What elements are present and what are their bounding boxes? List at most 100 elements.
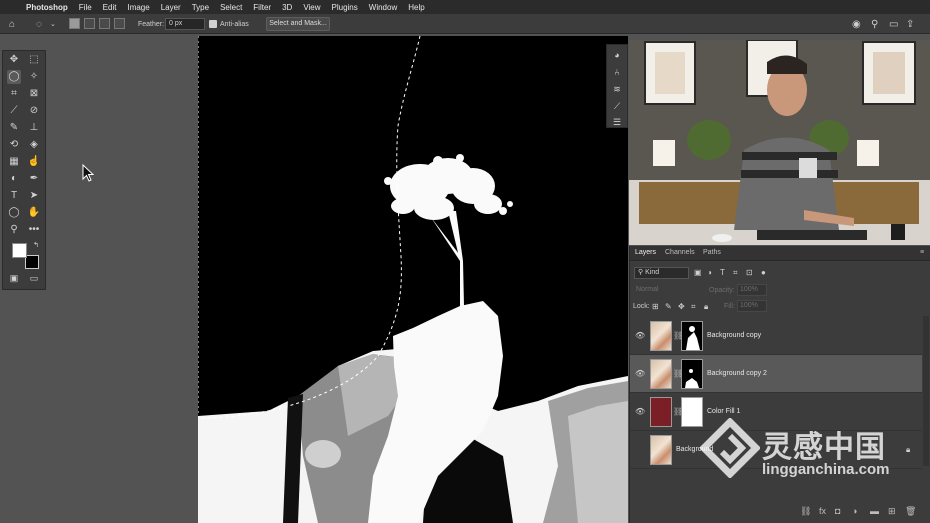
- brush-settings-icon[interactable]: ⟋: [610, 99, 624, 113]
- lasso-icon[interactable]: ◯: [7, 70, 21, 84]
- intersect-selection-button[interactable]: [114, 18, 125, 29]
- hand-icon[interactable]: ✋: [27, 206, 41, 220]
- layer-name[interactable]: Color Fill 1: [707, 408, 740, 415]
- libraries-icon[interactable]: ⑃: [610, 65, 624, 79]
- menu-filter[interactable]: Filter: [253, 3, 271, 12]
- adjustments-icon[interactable]: ☰: [610, 115, 624, 129]
- menu-layer[interactable]: Layer: [161, 3, 181, 12]
- lock-all-icon[interactable]: 🔒︎: [704, 302, 708, 312]
- filter-kind-select[interactable]: ⚲ Kind: [634, 267, 689, 279]
- menu-image[interactable]: Image: [127, 3, 149, 12]
- menu-edit[interactable]: Edit: [103, 3, 117, 12]
- smart-object-filter-icon[interactable]: ⊡: [746, 268, 753, 277]
- zoom-icon[interactable]: ⚲: [7, 223, 21, 237]
- layer-row[interactable]: 👁︎ ⛓︎ Background copy: [630, 317, 922, 355]
- type-filter-icon[interactable]: T: [720, 268, 725, 277]
- lasso-preset-icon[interactable]: ◌: [36, 18, 42, 30]
- filter-toggle-icon[interactable]: ●: [761, 268, 766, 277]
- home-icon[interactable]: ⌂: [9, 18, 15, 30]
- search-icon: ⚲: [638, 269, 644, 276]
- new-layer-icon[interactable]: ⊞: [888, 506, 896, 517]
- healing-icon[interactable]: ⊘: [27, 104, 41, 118]
- adjustment-layer-icon[interactable]: ◑: [852, 506, 857, 516]
- fill-input[interactable]: 100%: [737, 300, 767, 312]
- shape-icon[interactable]: ◯: [7, 206, 21, 220]
- visibility-eye-icon[interactable]: 👁︎: [635, 407, 645, 416]
- pixel-filter-icon[interactable]: ▣: [694, 268, 702, 277]
- eyedropper-icon[interactable]: ⟋: [7, 104, 21, 118]
- tab-layers[interactable]: Layers: [635, 249, 656, 256]
- select-and-mask-button[interactable]: Select and Mask...: [266, 17, 330, 31]
- tab-paths[interactable]: Paths: [703, 249, 721, 256]
- user-icon[interactable]: ◉: [852, 18, 861, 30]
- dodge-icon[interactable]: ◐: [7, 172, 21, 186]
- history-brush-icon[interactable]: ⟲: [7, 138, 21, 152]
- add-selection-button[interactable]: [84, 18, 95, 29]
- marquee-icon[interactable]: ⬚: [27, 53, 41, 67]
- foreground-color-swatch[interactable]: [12, 243, 27, 258]
- panel-menu-icon[interactable]: ≡: [920, 249, 924, 256]
- subtract-selection-button[interactable]: [99, 18, 110, 29]
- menu-select[interactable]: Select: [220, 3, 242, 12]
- menu-type[interactable]: Type: [192, 3, 209, 12]
- visibility-eye-icon[interactable]: 👁︎: [635, 331, 645, 340]
- feather-input[interactable]: 0 px: [165, 18, 205, 30]
- layer-style-icon[interactable]: fx: [819, 506, 826, 516]
- brush-icon[interactable]: ✎: [7, 121, 21, 135]
- lock-transparent-icon[interactable]: ⊞: [652, 302, 659, 311]
- menu-view[interactable]: View: [303, 3, 320, 12]
- lock-artboard-icon[interactable]: ⌗: [691, 302, 696, 312]
- layer-mask-thumbnail[interactable]: [681, 359, 703, 389]
- document-canvas[interactable]: [198, 36, 628, 523]
- lock-position-icon[interactable]: ✥: [678, 302, 685, 311]
- gradient-icon[interactable]: ▦: [7, 155, 21, 169]
- layer-mask-thumbnail[interactable]: [681, 321, 703, 351]
- lock-image-icon[interactable]: ✎: [665, 302, 672, 311]
- layer-name[interactable]: Background copy 2: [707, 370, 767, 377]
- add-mask-icon[interactable]: ◘: [835, 506, 840, 516]
- link-layers-icon[interactable]: ⛓︎: [800, 506, 811, 517]
- canvas-image: [198, 36, 628, 523]
- tab-channels[interactable]: Channels: [665, 249, 695, 256]
- frame-icon[interactable]: ⊠: [27, 87, 41, 101]
- path-select-icon[interactable]: ➤: [27, 189, 41, 203]
- menu-help[interactable]: Help: [408, 3, 424, 12]
- pen-icon[interactable]: ✒: [27, 172, 41, 186]
- background-color-swatch[interactable]: [25, 255, 39, 269]
- workspace-icon[interactable]: ▭: [889, 18, 898, 30]
- more-icon[interactable]: •••: [27, 223, 41, 237]
- adjustment-filter-icon[interactable]: ◑: [707, 268, 712, 277]
- blend-mode-select[interactable]: Normal: [634, 284, 704, 296]
- move-icon[interactable]: ✥: [7, 53, 21, 67]
- swap-colors-icon[interactable]: ↰: [29, 239, 43, 253]
- magic-wand-icon[interactable]: ✧: [27, 70, 41, 84]
- type-icon[interactable]: T: [7, 189, 21, 203]
- menu-plugins[interactable]: Plugins: [332, 3, 358, 12]
- layer-row-selected[interactable]: 👁︎ ⛓︎ Background copy 2: [630, 355, 922, 393]
- chevron-down-icon[interactable]: ⌄: [50, 18, 56, 30]
- menu-3d[interactable]: 3D: [282, 3, 292, 12]
- watermark-chinese-text: 灵感中国: [762, 431, 886, 464]
- screen-mode-icon[interactable]: ▭: [27, 271, 41, 285]
- menu-window[interactable]: Window: [369, 3, 397, 12]
- visibility-eye-icon[interactable]: 👁︎: [635, 369, 645, 378]
- layer-name[interactable]: Background copy: [707, 332, 761, 339]
- opacity-input[interactable]: 100%: [737, 284, 767, 296]
- search-icon[interactable]: ⚲: [871, 18, 878, 30]
- properties-icon[interactable]: ≋: [610, 82, 624, 96]
- crop-icon[interactable]: ⌗: [7, 87, 21, 101]
- quick-mask-icon[interactable]: ▣: [7, 271, 21, 285]
- shape-filter-icon[interactable]: ⌗: [733, 268, 738, 278]
- layers-scrollbar[interactable]: [923, 316, 929, 466]
- menu-file[interactable]: File: [79, 3, 92, 12]
- antialias-checkbox[interactable]: [209, 20, 217, 28]
- stamp-icon[interactable]: ⊥: [27, 121, 41, 135]
- trash-icon[interactable]: 🗑︎: [905, 506, 916, 517]
- smudge-icon[interactable]: ☝: [27, 155, 41, 169]
- share-icon[interactable]: ⇪: [906, 18, 914, 30]
- eraser-icon[interactable]: ◈: [27, 138, 41, 152]
- group-icon[interactable]: ▬: [870, 506, 879, 516]
- new-selection-button[interactable]: [69, 18, 80, 29]
- menu-photoshop[interactable]: Photoshop: [26, 3, 68, 12]
- color-wheel-icon[interactable]: ◕: [610, 48, 624, 62]
